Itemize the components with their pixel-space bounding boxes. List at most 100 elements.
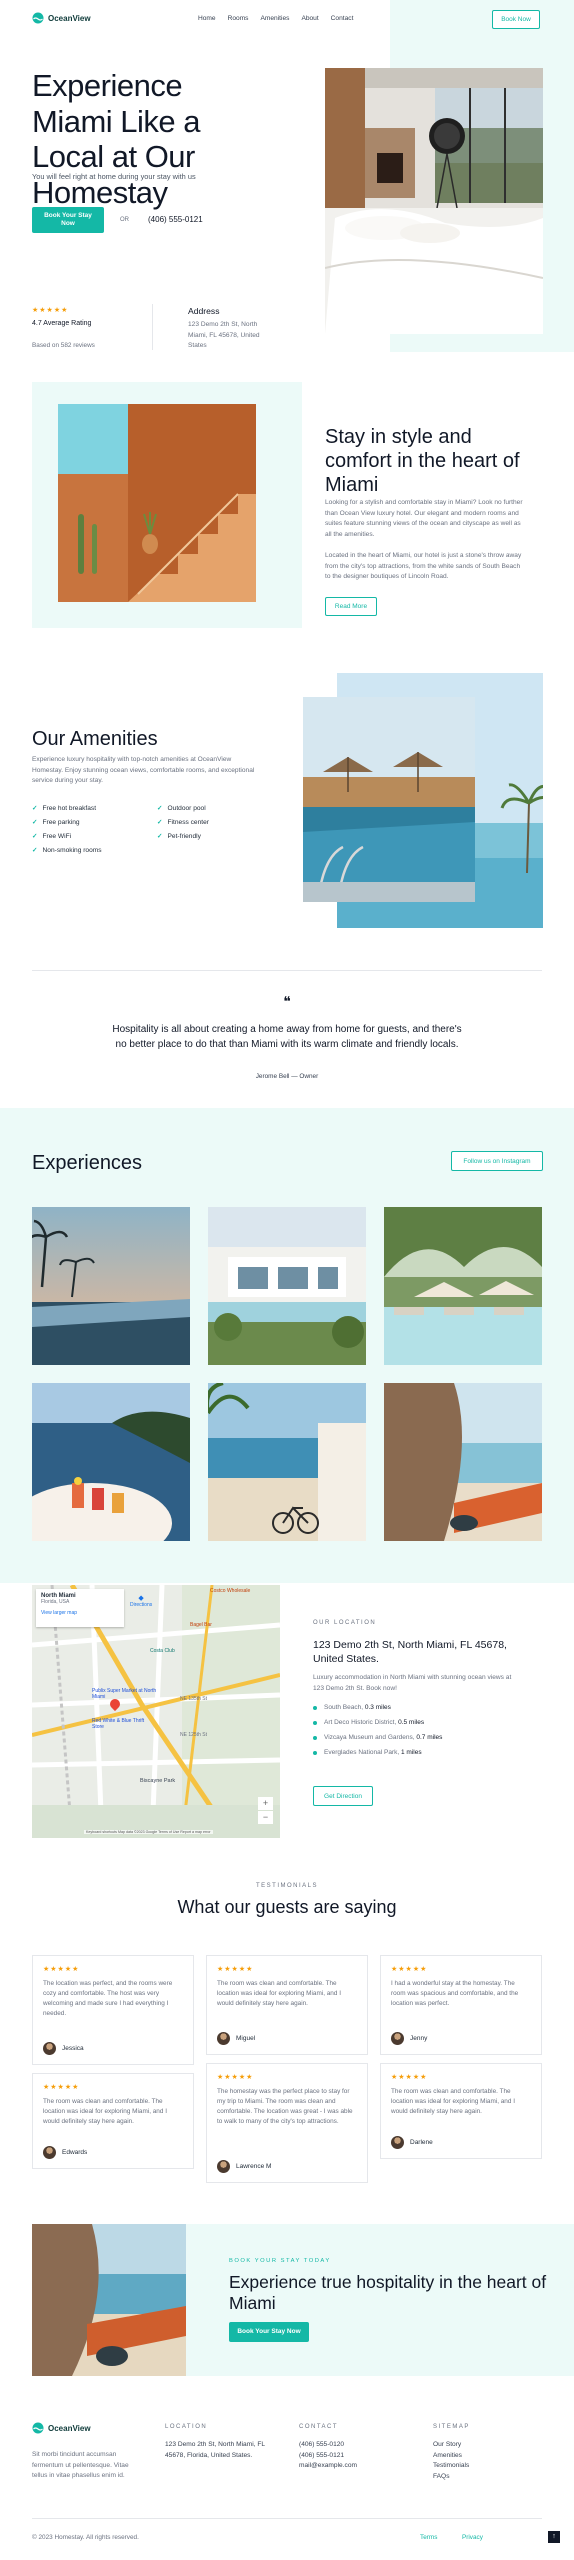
sitemap-link[interactable]: Amenities [433, 2451, 469, 2462]
footer-location-heading: LOCATION [165, 2424, 208, 2430]
map-attribution: Keyboard shortcuts Map data ©2023 Google… [84, 1830, 213, 1834]
experience-photo-5[interactable] [208, 1383, 366, 1541]
style-title: Stay in style and comfort in the heart o… [325, 426, 520, 496]
sunset-pool-image [32, 1207, 190, 1365]
rating-stars: ★★★★★ [43, 2084, 80, 2091]
nav-rooms[interactable]: Rooms [228, 15, 249, 22]
cta-book-button[interactable]: Book Your Stay Now [229, 2322, 309, 2342]
main-nav: Home Rooms Amenities About Contact [198, 15, 353, 22]
avatar [217, 2160, 230, 2173]
get-direction-button[interactable]: Get Direction [313, 1786, 373, 1806]
experience-photo-3[interactable] [384, 1207, 542, 1365]
sitemap-link[interactable]: FAQs [433, 2472, 469, 2483]
nearby-item: South Beach, 0.3 miles [313, 1700, 533, 1715]
testimonial-text: The homestay was the perfect place to st… [217, 2088, 353, 2125]
map-label: Publix Super Market at North Miami [92, 1688, 157, 1700]
footer-email[interactable]: mail@example.com [299, 2461, 357, 2472]
reviewer: Miguel [217, 2032, 255, 2045]
map-label: Costco Wholesale [210, 1588, 251, 1594]
testimonial-text: I had a wonderful stay at the homestay. … [391, 1980, 519, 2007]
footer-phone[interactable]: (406) 555-0121 [299, 2451, 357, 2462]
experience-photo-2[interactable] [208, 1207, 366, 1365]
map-label: NE 135th St [180, 1696, 207, 1702]
privacy-link[interactable]: Privacy [462, 2534, 483, 2541]
logo-icon [32, 12, 44, 24]
nav-contact[interactable]: Contact [331, 15, 354, 22]
check-icon: ✓ [32, 819, 38, 826]
footer-contact-heading: CONTACT [299, 2424, 339, 2430]
pool-image [303, 697, 475, 902]
sitemap-link[interactable]: Testimonials [433, 2461, 469, 2472]
nav-about[interactable]: About [301, 15, 318, 22]
header-book-button[interactable]: Book Now [492, 10, 540, 29]
map-zoom-out-button[interactable]: − [258, 1811, 273, 1824]
instagram-button[interactable]: Follow us on Instagram [451, 1151, 543, 1171]
testimonial-text: The location was perfect, and the rooms … [43, 1980, 173, 2017]
testimonial-card: ★★★★★ The room was clean and comfortable… [206, 1955, 368, 2055]
bullet-icon [313, 1735, 317, 1740]
avatar [217, 2032, 230, 2045]
amenity-item: ✓ Pet-friendly [157, 832, 201, 841]
testimonial-text: The room was clean and comfortable. The … [391, 2088, 515, 2115]
experience-photo-4[interactable] [32, 1383, 190, 1541]
rating-stars: ★★★★★ [391, 1966, 428, 1973]
cocktails-image [32, 1383, 190, 1541]
map-label: NE 125th St [180, 1732, 207, 1738]
testimonial-text: The room was clean and comfortable. The … [43, 2098, 167, 2125]
nav-home[interactable]: Home [198, 15, 216, 22]
nearby-item: Art Deco Historic District, 0.5 miles [313, 1715, 533, 1730]
hammock-image [384, 1383, 542, 1541]
villa-image [208, 1207, 366, 1365]
hero-bedroom-photo [325, 68, 543, 334]
amenity-item: ✓ Free parking [32, 818, 80, 827]
bicycle-beach-image [208, 1383, 366, 1541]
amenity-item: ✓ Free WiFi [32, 832, 72, 841]
style-paragraph-1: Looking for a stylish and comfortable st… [325, 499, 523, 538]
testimonial-card: ★★★★★ The homestay was the perfect place… [206, 2063, 368, 2183]
quote-author: Jerome Bell — Owner [255, 1073, 319, 1080]
footer-phone[interactable]: (406) 555-0120 [299, 2440, 357, 2451]
avatar [391, 2032, 404, 2045]
check-icon: ✓ [157, 805, 163, 812]
directions-icon: ◆ [138, 1595, 144, 1602]
testimonial-card: ★★★★★ The room was clean and comfortable… [380, 2063, 542, 2159]
map-zoom-in-button[interactable]: + [258, 1797, 273, 1810]
experience-photo-1[interactable] [32, 1207, 190, 1365]
hero-book-button[interactable]: Book Your Stay Now [32, 207, 104, 233]
read-more-button[interactable]: Read More [325, 597, 377, 616]
amenities-list-right: ✓ Outdoor pool ✓ Fitness center ✓ Pet-frien… [157, 801, 267, 843]
nearby-item: Vizcaya Museum and Gardens, 0.7 miles [313, 1730, 533, 1745]
testimonial-card: ★★★★★ The location was perfect, and the … [32, 1955, 194, 2065]
footer-location: 123 Demo 2th St, North Miami, FL 45678, … [165, 2441, 265, 2459]
footer-brand[interactable]: OceanView [32, 2422, 91, 2434]
map-view-larger-link[interactable]: View larger map [41, 1610, 119, 1616]
avatar [391, 2136, 404, 2149]
brand[interactable]: OceanView [32, 12, 91, 24]
hero-phone[interactable]: (406) 555-0121 [148, 215, 203, 224]
location-eyebrow: OUR LOCATION [313, 1620, 377, 1626]
map-label: Bagel Bar [190, 1622, 212, 1628]
pool-photo [303, 697, 475, 902]
amenity-item: ✓ Outdoor pool [157, 804, 206, 813]
copyright: © 2023 Homestay. All rights reserved. [32, 2534, 139, 2541]
terms-link[interactable]: Terms [420, 2534, 437, 2541]
scroll-top-arrow-icon[interactable]: ↑ [548, 2531, 560, 2543]
reviewer: Jessica [43, 2042, 84, 2055]
bedroom-image [325, 68, 543, 334]
testimonial-card: ★★★★★ I had a wonderful stay at the home… [380, 1955, 542, 2055]
sitemap-link[interactable]: Our Story [433, 2440, 469, 2451]
cta-photo [32, 2224, 186, 2376]
hero-or: OR [120, 217, 129, 223]
brand-name: OceanView [48, 13, 91, 23]
stairs-photo [58, 404, 256, 602]
amenity-item: ✓ Non-smoking rooms [32, 846, 102, 855]
rating-sub: Based on 582 reviews [32, 342, 95, 349]
footer-sitemap-list: Our Story Amenities Testimonials FAQs [433, 2440, 469, 2482]
nav-amenities[interactable]: Amenities [260, 15, 289, 22]
hero-subtitle: You will feel right at home during your … [32, 172, 196, 181]
experience-photo-6[interactable] [384, 1383, 542, 1541]
address-label: Address [188, 306, 220, 316]
map-directions-link[interactable]: ◆ Directions [130, 1594, 152, 1608]
check-icon: ✓ [32, 805, 38, 812]
footer-divider [32, 2518, 542, 2519]
